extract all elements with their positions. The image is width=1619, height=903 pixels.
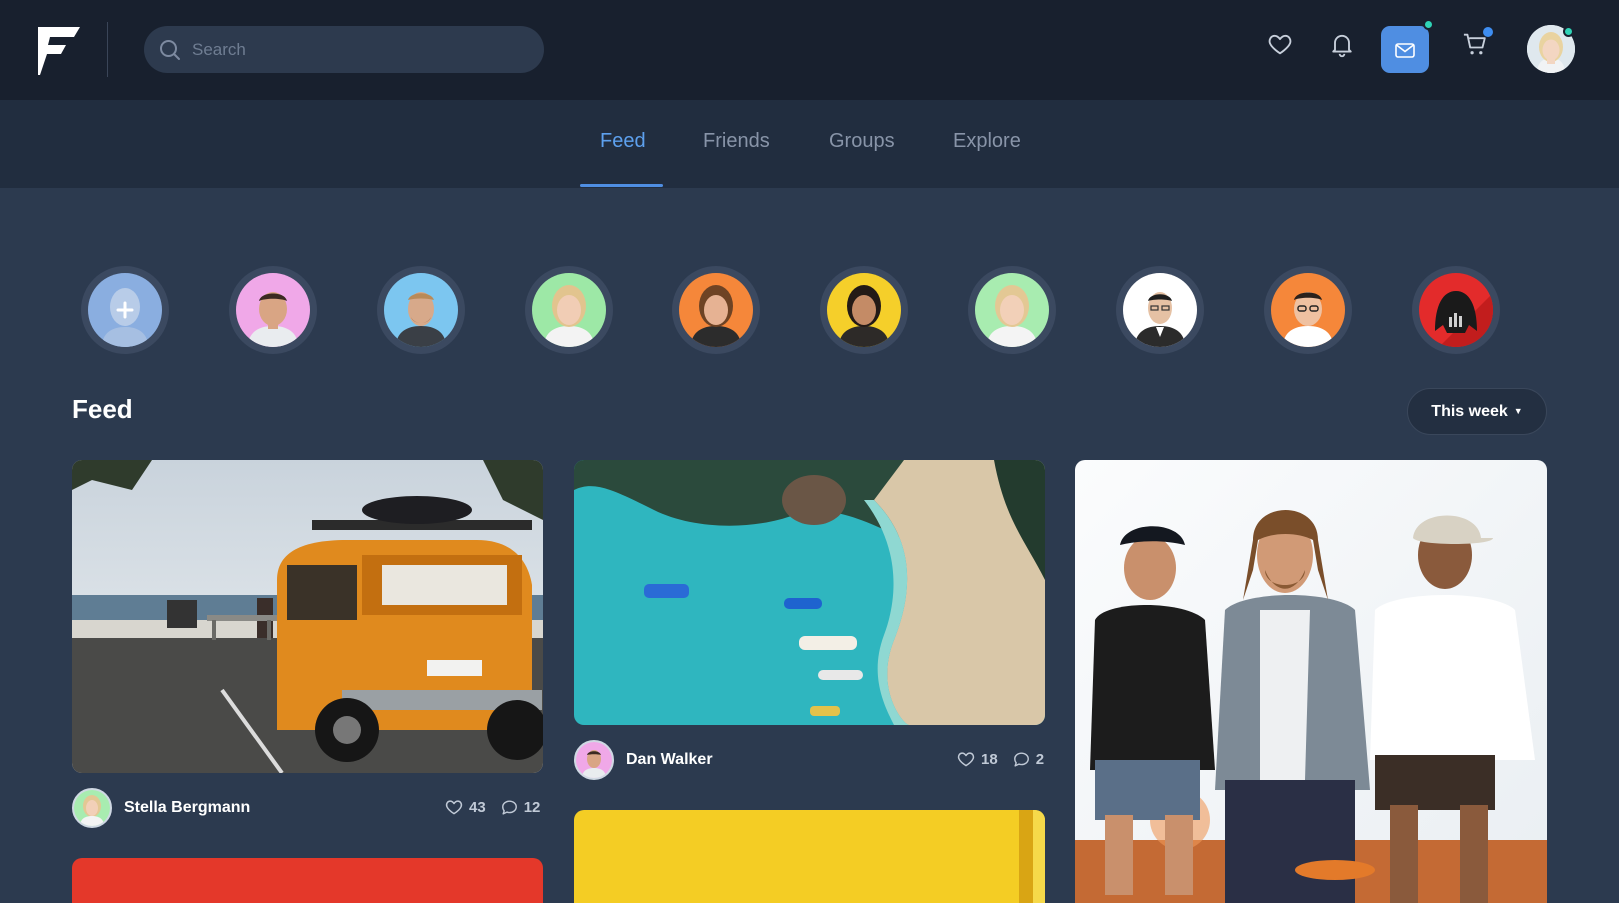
search-input[interactable] xyxy=(192,26,532,73)
post-author[interactable]: Stella Bergmann xyxy=(72,788,250,828)
cart-badge xyxy=(1483,27,1493,37)
online-badge xyxy=(1563,26,1574,37)
divider xyxy=(107,22,108,77)
post-image[interactable] xyxy=(1075,460,1547,903)
author-avatar[interactable] xyxy=(72,788,112,828)
mail-icon xyxy=(1395,43,1415,58)
author-name[interactable]: Dan Walker xyxy=(626,751,713,769)
like-count: 43 xyxy=(469,798,486,816)
main-tabs: Feed Friends Groups Explore xyxy=(0,100,1619,188)
mail-badge xyxy=(1423,19,1434,30)
post-image[interactable] xyxy=(72,460,543,773)
top-bar xyxy=(0,0,1619,100)
like-count: 18 xyxy=(981,750,998,768)
heart-icon[interactable] xyxy=(444,797,464,817)
search-icon xyxy=(160,40,180,60)
post-image[interactable] xyxy=(574,460,1045,725)
comment-count: 12 xyxy=(523,798,541,816)
story-avatar[interactable] xyxy=(1412,266,1500,354)
author-avatar[interactable] xyxy=(574,740,614,780)
post-image[interactable] xyxy=(72,858,543,903)
post-author[interactable]: Dan Walker xyxy=(574,740,713,780)
story-avatar[interactable] xyxy=(820,266,908,354)
bell-icon[interactable] xyxy=(1328,30,1356,58)
messages-button[interactable] xyxy=(1381,26,1429,73)
comment-icon[interactable] xyxy=(500,798,519,817)
story-avatar[interactable] xyxy=(1116,266,1204,354)
time-filter-dropdown[interactable]: This week ▼ xyxy=(1407,388,1547,435)
post-stats: 43 12 xyxy=(444,797,540,817)
tab-groups[interactable]: Groups xyxy=(829,130,895,153)
story-avatar[interactable] xyxy=(525,266,613,354)
heart-icon[interactable] xyxy=(1266,30,1294,58)
post-image[interactable] xyxy=(574,810,1045,903)
story-avatar[interactable] xyxy=(377,266,465,354)
tab-feed[interactable]: Feed xyxy=(600,130,646,153)
story-avatar[interactable] xyxy=(968,266,1056,354)
story-avatar[interactable] xyxy=(229,266,317,354)
search-bar[interactable] xyxy=(144,26,544,73)
heart-icon[interactable] xyxy=(956,749,976,769)
tab-explore[interactable]: Explore xyxy=(953,130,1021,153)
logo-icon[interactable] xyxy=(38,27,80,75)
comment-count: 2 xyxy=(1035,750,1045,768)
comment-icon[interactable] xyxy=(1012,750,1031,769)
add-story-button[interactable] xyxy=(81,266,169,354)
caret-down-icon: ▼ xyxy=(1513,406,1523,416)
tab-friends[interactable]: Friends xyxy=(703,130,770,153)
author-name[interactable]: Stella Bergmann xyxy=(124,799,250,817)
active-tab-indicator xyxy=(580,184,663,187)
post-stats: 18 2 xyxy=(956,749,1044,769)
story-avatar[interactable] xyxy=(1264,266,1352,354)
time-filter-label: This week xyxy=(1431,403,1508,420)
feed-heading: Feed xyxy=(72,394,133,424)
story-avatar[interactable] xyxy=(672,266,760,354)
